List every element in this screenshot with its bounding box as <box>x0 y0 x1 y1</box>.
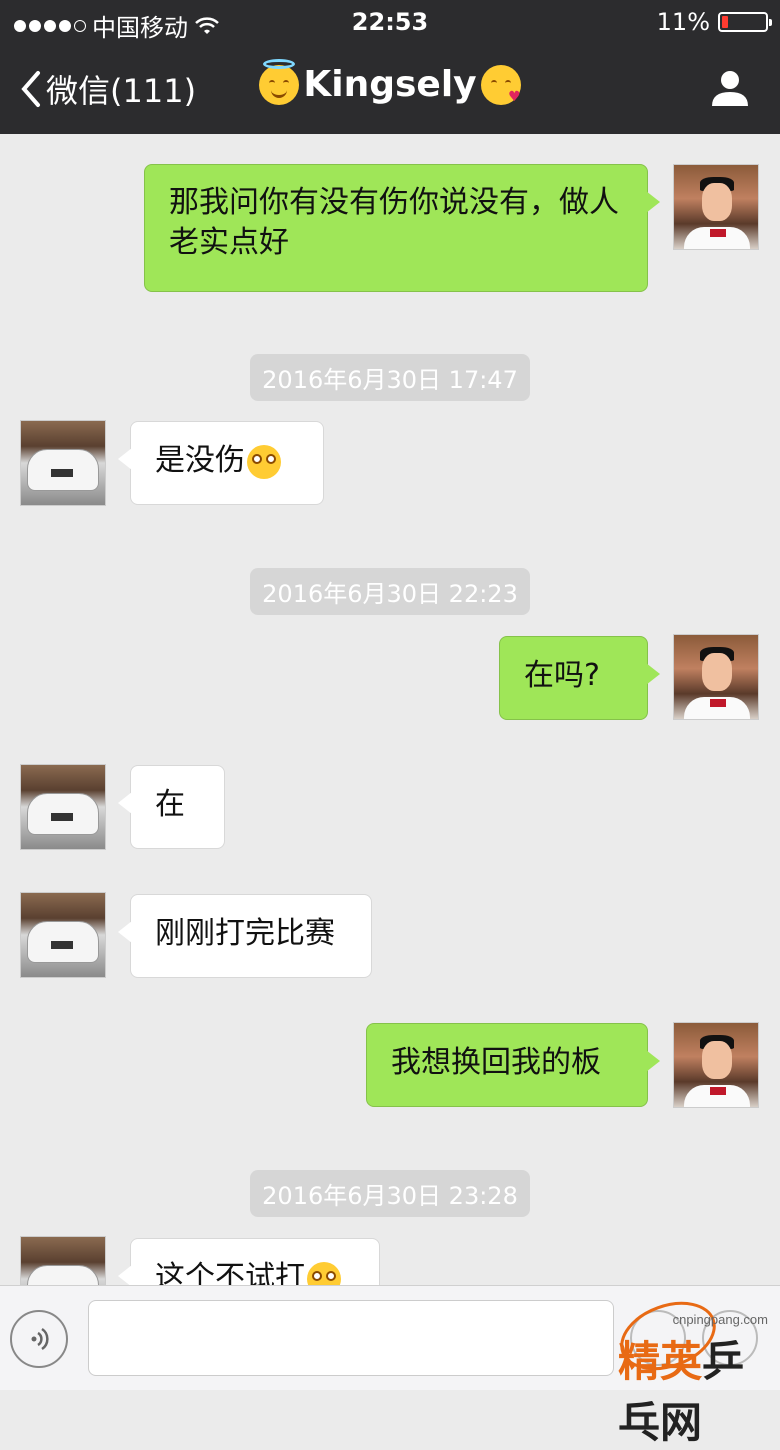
message-bubble[interactable]: 刚刚打完比赛 <box>118 894 372 978</box>
contact-avatar[interactable] <box>20 1236 106 1285</box>
contact-avatar[interactable] <box>20 420 106 506</box>
message-text: 那我问你有没有伤你说没有，做人老实点好 <box>169 185 619 260</box>
contact-avatar[interactable] <box>20 764 106 850</box>
timestamp-text: 2016年6月30日 17:47 <box>250 354 530 401</box>
contact-name: Kingsely <box>303 64 477 105</box>
my-avatar[interactable] <box>673 634 759 720</box>
message-bubble[interactable]: 在吗? <box>499 636 660 720</box>
watermark-url: cnpingpang.com <box>672 1312 768 1327</box>
message-bubble[interactable]: 在 <box>118 765 225 849</box>
chat-info-button[interactable] <box>710 68 750 112</box>
timestamp-text: 2016年6月30日 23:28 <box>250 1170 530 1217</box>
watermark-text: 精英乒乓网 <box>618 1328 780 1450</box>
flushed-emoji <box>307 1261 341 1285</box>
message-bubble[interactable]: 这个不试打 <box>118 1238 380 1285</box>
message-text: 在 <box>155 787 185 822</box>
kiss-emoji: ♥ <box>480 64 521 105</box>
message-text: 这个不试打 <box>155 1260 305 1285</box>
watermark-text-a: 精英 <box>618 1337 703 1386</box>
nav-bar: 微信(111) Kingsely ♥ <box>0 44 780 134</box>
voice-button[interactable] <box>10 1310 68 1368</box>
battery-status: 11% <box>656 8 772 36</box>
voice-icon <box>31 1327 49 1351</box>
timestamp-text: 2016年6月30日 22:23 <box>250 568 530 615</box>
battery-percent: 11% <box>656 8 710 36</box>
person-icon <box>712 71 748 106</box>
my-avatar[interactable] <box>673 1022 759 1108</box>
message-bubble[interactable]: 我想换回我的板 <box>366 1023 660 1107</box>
battery-icon <box>718 12 772 32</box>
timestamp: 2016年6月30日 23:28 <box>0 1170 780 1217</box>
watermark-logo: cnpingpang.com 精英乒乓网 <box>598 1286 780 1447</box>
message-text: 是没伤 <box>155 443 245 478</box>
message-text: 刚刚打完比赛 <box>155 916 335 951</box>
my-avatar[interactable] <box>673 164 759 250</box>
contact-avatar[interactable] <box>20 892 106 978</box>
message-input[interactable] <box>88 1300 614 1376</box>
message-text: 在吗? <box>524 658 600 693</box>
chat-title: Kingsely ♥ <box>0 58 780 105</box>
timestamp: 2016年6月30日 22:23 <box>0 568 780 615</box>
halo-smile-emoji <box>259 58 300 105</box>
status-bar: 中国移动 22:53 11% <box>0 0 780 44</box>
chat-area[interactable]: 那我问你有没有伤你说没有，做人老实点好 2016年6月30日 17:47 是没伤… <box>0 134 780 1285</box>
message-bubble[interactable]: 那我问你有没有伤你说没有，做人老实点好 <box>144 164 660 292</box>
message-text: 我想换回我的板 <box>391 1045 601 1080</box>
flushed-emoji <box>247 444 281 479</box>
message-bubble[interactable]: 是没伤 <box>118 421 324 505</box>
timestamp: 2016年6月30日 17:47 <box>0 354 780 401</box>
